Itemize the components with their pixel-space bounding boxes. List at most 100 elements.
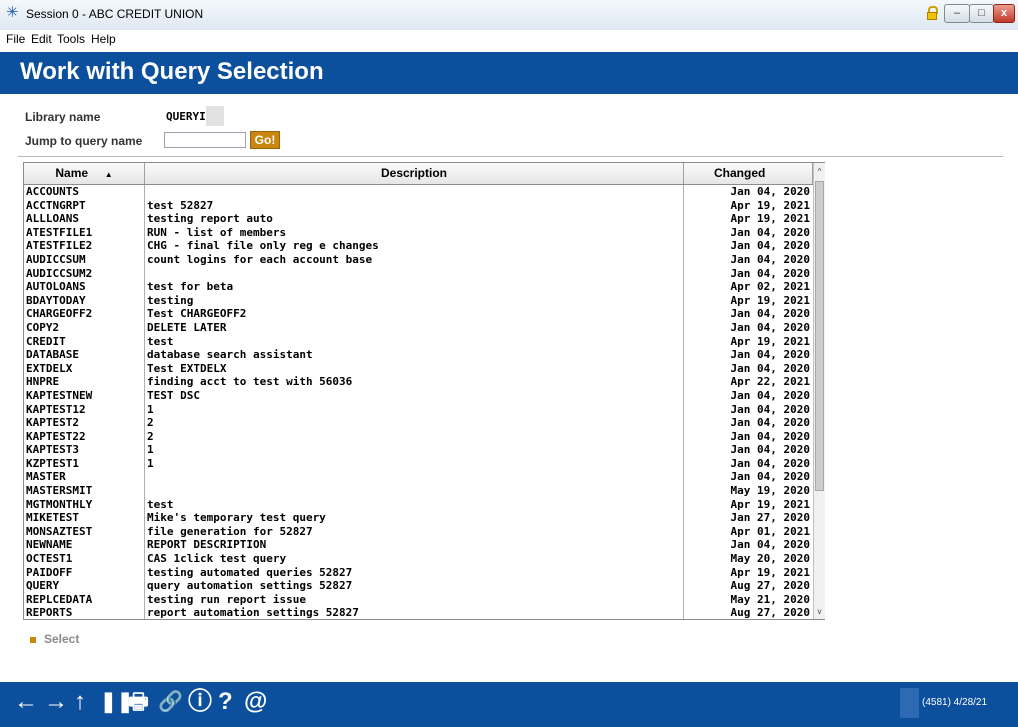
status-text: (4581) 4/28/21	[922, 697, 988, 708]
row-description: 1	[147, 443, 154, 457]
table-row[interactable]: MONSAZTEST file generation for 52827 Apr 0…	[24, 525, 813, 539]
table-row[interactable]: QUERY query automation settings 52827 Aug …	[24, 579, 813, 593]
column-header-name[interactable]: Name ▲	[24, 163, 145, 184]
row-description: testing report auto	[147, 212, 273, 226]
row-name: COPY2	[26, 320, 60, 334]
menu-file[interactable]: File	[6, 32, 25, 46]
table-row[interactable]: PAIDOFF testing automated queries 52827 Ap…	[24, 566, 813, 580]
table-row[interactable]: EXTDELX Test EXTDELX Jan 04, 2020	[24, 362, 813, 376]
table-row[interactable]: BDAYTODAY testing Apr 19, 2021	[24, 294, 813, 308]
row-changed: Aug 27, 2020	[730, 606, 810, 620]
status-indicator	[900, 688, 919, 718]
row-changed: Jan 04, 2020	[730, 402, 810, 416]
table-row[interactable]: KAPTEST3 1 Jan 04, 2020	[24, 443, 813, 457]
row-changed: Jan 04, 2020	[730, 307, 810, 321]
table-row[interactable]: ACCTNGRPT test 52827 Apr 19, 2021	[24, 199, 813, 213]
row-name: DATABASE	[26, 348, 79, 362]
row-name: REPLCEDATA	[26, 592, 93, 606]
table-row[interactable]: MASTERSMIT May 19, 2020	[24, 484, 813, 498]
row-description: Test EXTDELX	[147, 361, 227, 375]
table-row[interactable]: COPY2 DELETE LATER Jan 04, 2020	[24, 321, 813, 335]
table-row[interactable]: MASTER Jan 04, 2020	[24, 470, 813, 484]
table-row[interactable]: DATABASE database search assistant Jan 04,…	[24, 348, 813, 362]
row-name: CHARGEOFF2	[26, 307, 93, 321]
row-description: query automation settings 52827	[147, 579, 353, 593]
maximize-button[interactable]: □	[969, 4, 994, 23]
table-row[interactable]: REPLCEDATA testing run report issue May 21…	[24, 593, 813, 607]
row-description: 2	[147, 429, 154, 443]
table-row[interactable]: OCTEST1 CAS 1click test query May 20, 2020	[24, 552, 813, 566]
row-name: KAPTEST3	[26, 443, 79, 457]
query-list-table[interactable]: Name ▲ Description Changed ACCOUNTS Jan 0…	[23, 162, 825, 620]
scroll-down-icon[interactable]: v	[814, 605, 825, 619]
forward-arrow-icon[interactable]: →	[44, 687, 68, 717]
row-changed: Jan 04, 2020	[730, 456, 810, 470]
row-description: test for beta	[147, 280, 234, 294]
table-row[interactable]: KZPTEST1 1 Jan 04, 2020	[24, 457, 813, 471]
menu-help[interactable]: Help	[91, 32, 116, 46]
table-row[interactable]: KAPTEST12 1 Jan 04, 2020	[24, 403, 813, 417]
minimize-button[interactable]: –	[944, 4, 970, 23]
row-changed: May 20, 2020	[730, 552, 810, 566]
row-description: 1	[147, 402, 154, 416]
table-row[interactable]: NEWNAME REPORT DESCRIPTION Jan 04, 2020	[24, 538, 813, 552]
row-changed: Jan 04, 2020	[730, 443, 810, 457]
table-row[interactable]: KAPTEST2 2 Jan 04, 2020	[24, 416, 813, 430]
table-row[interactable]: KAPTEST22 2 Jan 04, 2020	[24, 430, 813, 444]
table-row[interactable]: AUTOLOANS test for beta Apr 02, 2021	[24, 280, 813, 294]
at-sign-icon[interactable]: @	[244, 687, 267, 717]
menu-edit[interactable]: Edit	[31, 32, 52, 46]
vertical-scrollbar[interactable]: ^ v	[813, 163, 825, 619]
column-header-changed[interactable]: Changed	[684, 163, 813, 184]
select-action[interactable]: Select	[30, 632, 79, 646]
column-header-description[interactable]: Description	[145, 163, 684, 184]
table-row[interactable]: MGTMONTHLY test Apr 19, 2021	[24, 498, 813, 512]
table-row[interactable]: AUDICCSUM count logins for each account b…	[24, 253, 813, 267]
back-arrow-icon[interactable]: ←	[14, 687, 38, 717]
go-button[interactable]: Go!	[250, 131, 280, 149]
row-description: testing	[147, 293, 194, 307]
jump-to-query-input[interactable]	[164, 132, 246, 148]
row-name: MONSAZTEST	[26, 524, 93, 538]
table-row[interactable]: KAPTESTNEW TEST DSC Jan 04, 2020	[24, 389, 813, 403]
table-row[interactable]: CHARGEOFF2 Test CHARGEOFF2 Jan 04, 2020	[24, 307, 813, 321]
page-header: Work with Query Selection	[0, 52, 1018, 94]
up-arrow-icon[interactable]: ↑	[74, 687, 86, 717]
row-name: KAPTEST2	[26, 416, 79, 430]
help-icon[interactable]: ?	[218, 687, 233, 717]
row-changed: Aug 27, 2020	[730, 579, 810, 593]
table-row[interactable]: REPORTS report automation settings 52827 A…	[24, 606, 813, 620]
table-row[interactable]: ACCOUNTS Jan 04, 2020	[24, 185, 813, 199]
table-row[interactable]: CREDIT test Apr 19, 2021	[24, 335, 813, 349]
row-description: 2	[147, 416, 154, 430]
menu-tools[interactable]: Tools	[57, 32, 85, 46]
row-description: RUN - list of members	[147, 225, 287, 239]
bullet-icon	[30, 636, 36, 643]
table-row[interactable]: HNPRE finding acct to test with 56036 Apr …	[24, 375, 813, 389]
row-description: CAS 1click test query	[147, 552, 287, 566]
table-row[interactable]: AUDICCSUM2 Jan 04, 2020	[24, 267, 813, 281]
row-name: AUDICCSUM	[26, 252, 86, 266]
row-changed: Apr 22, 2021	[730, 375, 810, 389]
jump-to-query-label: Jump to query name	[25, 134, 143, 148]
row-changed: Apr 02, 2021	[730, 280, 810, 294]
row-changed: Jan 04, 2020	[730, 185, 810, 198]
row-name: ACCTNGRPT	[26, 198, 86, 212]
row-changed: Jan 04, 2020	[730, 348, 810, 362]
scrollbar-thumb[interactable]	[815, 181, 824, 491]
row-changed: Jan 04, 2020	[730, 388, 810, 402]
row-changed: Apr 19, 2021	[730, 497, 810, 511]
info-icon[interactable]: ⓘ	[188, 687, 212, 717]
row-name: ATESTFILE2	[26, 239, 93, 253]
row-name: KZPTEST1	[26, 456, 79, 470]
close-button[interactable]: x	[993, 4, 1015, 23]
row-changed: Jan 04, 2020	[730, 361, 810, 375]
link-icon[interactable]: 🔗	[158, 687, 183, 717]
table-row[interactable]: MIKETEST Mike's temporary test query Jan 2…	[24, 511, 813, 525]
table-row[interactable]: ALLLOANS testing report auto Apr 19, 2021	[24, 212, 813, 226]
print-icon[interactable]: 🖶	[128, 687, 149, 717]
row-name: KAPTEST22	[26, 429, 86, 443]
table-row[interactable]: ATESTFILE1 RUN - list of members Jan 04, 2…	[24, 226, 813, 240]
table-row[interactable]: ATESTFILE2 CHG - final file only reg e ch…	[24, 239, 813, 253]
scroll-up-icon[interactable]: ^	[814, 165, 825, 179]
